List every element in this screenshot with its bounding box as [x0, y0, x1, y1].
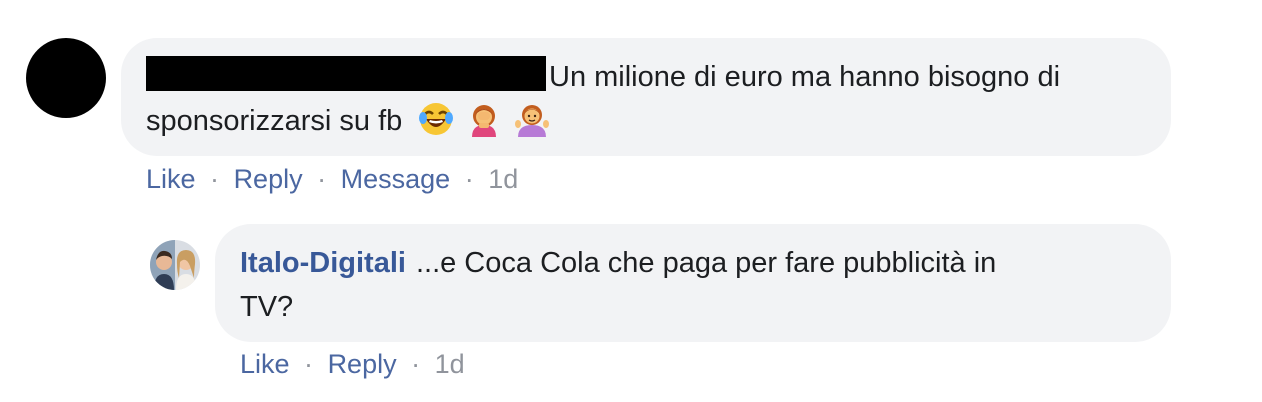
separator: ·: [464, 164, 474, 194]
commenter-avatar[interactable]: [26, 38, 106, 118]
timestamp[interactable]: 1d: [435, 349, 465, 379]
reply-actions: Like · Reply · 1d: [240, 347, 465, 381]
comment-text-line-2: sponsorizzarsi su fb: [146, 99, 1171, 143]
comment-bubble: Un milione di euro ma hanno bisogno di s…: [121, 38, 1171, 156]
separator: ·: [411, 349, 421, 379]
reply-text-line-2: TV?: [240, 285, 1171, 329]
comment-text-line-1: Un milione di euro ma hanno bisogno di: [146, 55, 1171, 99]
couple-photo-icon: [150, 240, 200, 290]
woman-facepalming-emoji: [472, 105, 497, 137]
woman-shrugging-emoji: [515, 105, 550, 137]
separator: ·: [304, 349, 314, 379]
redacted-name: [146, 56, 546, 91]
comment-actions: Like · Reply · Message · 1d: [146, 162, 518, 196]
reply-bubble: Italo-Digitali ...e Coca Cola che paga pe…: [215, 224, 1171, 342]
reply-avatar[interactable]: [150, 240, 200, 290]
laughing-tears-emoji: [419, 103, 454, 135]
reply-text-line-1: Italo-Digitali ...e Coca Cola che paga pe…: [240, 241, 1171, 285]
comment-text: Un milione di euro ma hanno bisogno di: [549, 61, 1061, 93]
reply-text: ...e Coca Cola che paga per fare pubblic…: [415, 247, 997, 279]
like-link[interactable]: Like: [146, 164, 196, 194]
reply-link[interactable]: Reply: [234, 164, 303, 194]
like-link[interactable]: Like: [240, 349, 290, 379]
comment-text-continued: sponsorizzarsi su fb: [146, 105, 403, 137]
separator: ·: [210, 164, 220, 194]
reply-text-continued: TV?: [240, 291, 294, 323]
timestamp[interactable]: 1d: [488, 164, 518, 194]
message-link[interactable]: Message: [341, 164, 451, 194]
author-name[interactable]: Italo-Digitali: [240, 247, 406, 279]
separator: ·: [317, 164, 327, 194]
reply-link[interactable]: Reply: [328, 349, 397, 379]
